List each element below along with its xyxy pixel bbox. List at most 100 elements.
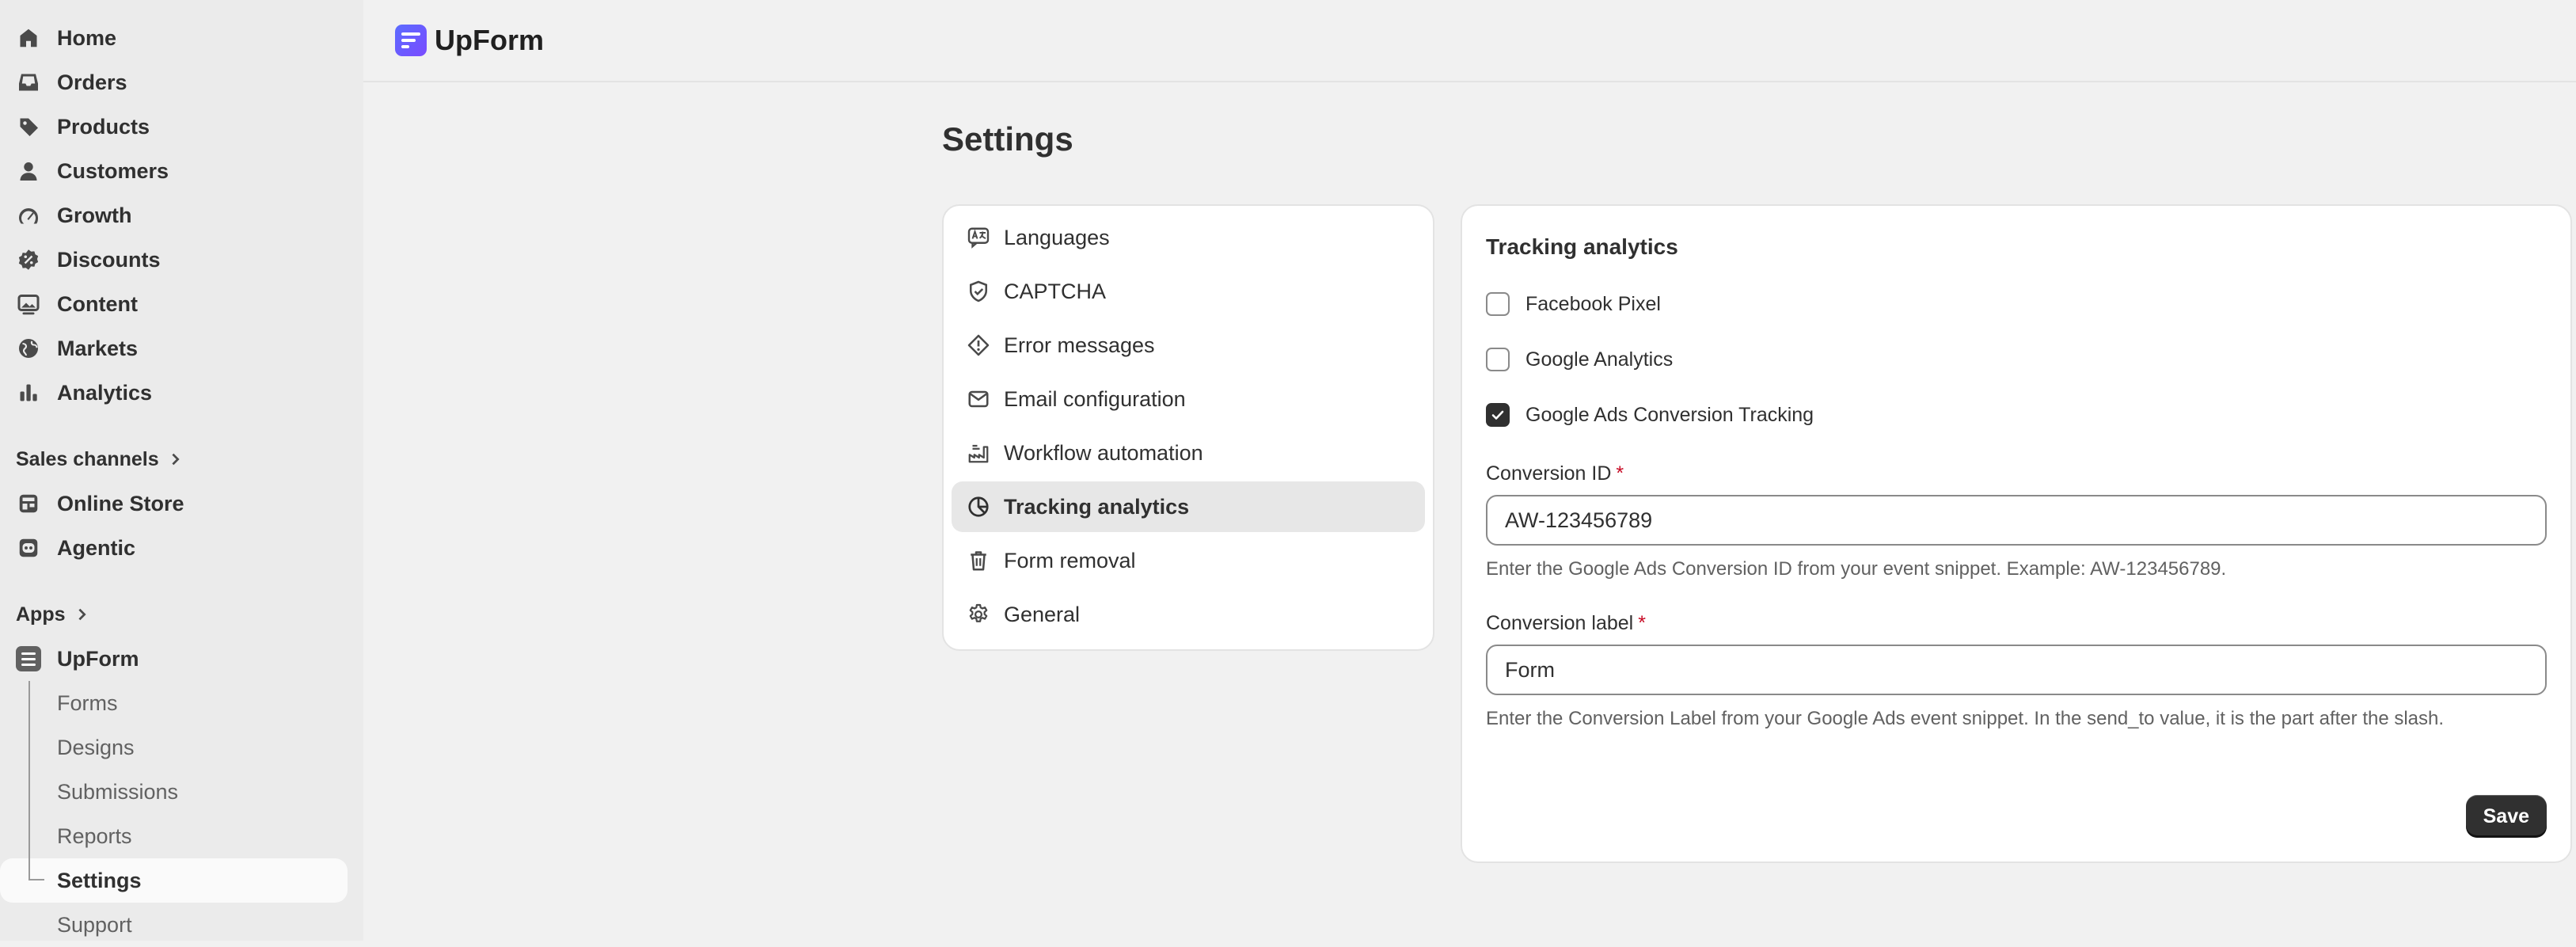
sidebar-item-growth[interactable]: Growth xyxy=(0,193,348,238)
image-icon xyxy=(16,291,41,317)
settings-menu-item-languages[interactable]: Languages xyxy=(952,212,1425,263)
sidebar-item-label: Orders xyxy=(57,70,127,94)
settings-menu-label: CAPTCHA xyxy=(1004,279,1107,303)
sidebar-item-home[interactable]: Home xyxy=(0,16,348,60)
google-ads-checkbox[interactable] xyxy=(1486,403,1510,427)
sidebar-item-discounts[interactable]: Discounts xyxy=(0,238,348,282)
google-analytics-option[interactable]: Google Analytics xyxy=(1486,328,2547,391)
google-analytics-checkbox[interactable] xyxy=(1486,348,1510,371)
app-shell: Home Orders Products Customers Growth Di… xyxy=(0,0,2576,941)
upform-sub-navigation: Forms Designs Submissions Reports Settin… xyxy=(0,681,363,947)
settings-menu-label: Error messages xyxy=(1004,333,1155,357)
tree-branch xyxy=(28,879,44,880)
sidebar-subitem-reports[interactable]: Reports xyxy=(0,814,348,858)
google-analytics-label: Google Analytics xyxy=(1525,348,1674,371)
conversion-id-help: Enter the Google Ads Conversion ID from … xyxy=(1486,558,2227,580)
analytics-icon xyxy=(966,494,991,519)
settings-menu-label: General xyxy=(1004,602,1081,626)
settings-menu-item-captcha[interactable]: CAPTCHA xyxy=(952,266,1425,317)
settings-menu-item-email-configuration[interactable]: Email configuration xyxy=(952,374,1425,424)
sidebar: Home Orders Products Customers Growth Di… xyxy=(0,0,363,941)
sidebar-item-label: Markets xyxy=(57,336,139,360)
sidebar-item-label: Customers xyxy=(57,158,169,183)
workflow-icon xyxy=(966,440,991,466)
sidebar-subitem-submissions[interactable]: Submissions xyxy=(0,770,348,814)
facebook-pixel-label: Facebook Pixel xyxy=(1525,292,1661,315)
facebook-pixel-checkbox[interactable] xyxy=(1486,292,1510,316)
sidebar-item-analytics[interactable]: Analytics xyxy=(0,371,348,415)
chevron-right-icon xyxy=(78,608,86,621)
gear-icon xyxy=(966,602,991,627)
settings-menu-item-form-removal[interactable]: Form removal xyxy=(952,535,1425,586)
upform-app-icon xyxy=(16,646,41,671)
bar-chart-icon xyxy=(16,380,41,405)
sidebar-item-label: Discounts xyxy=(57,247,161,272)
settings-menu-item-tracking-analytics[interactable]: Tracking analytics xyxy=(952,481,1425,532)
discount-icon xyxy=(16,247,41,272)
app-header: UpForm xyxy=(363,0,2576,82)
conversion-label-help: Enter the Conversion Label from your Goo… xyxy=(1486,708,2445,729)
tree-line xyxy=(28,681,30,880)
google-ads-option[interactable]: Google Ads Conversion Tracking xyxy=(1486,383,2547,447)
store-icon xyxy=(16,491,41,516)
home-icon xyxy=(16,25,41,51)
required-mark: * xyxy=(1616,462,1624,485)
settings-menu-label: Form removal xyxy=(1004,548,1136,572)
sidebar-item-upform[interactable]: UpForm xyxy=(0,637,348,681)
upform-logo-icon xyxy=(395,25,427,56)
translate-icon xyxy=(966,225,991,250)
sidebar-item-label: Online Store xyxy=(57,491,184,515)
robot-icon xyxy=(16,535,41,561)
person-icon xyxy=(16,158,41,184)
alert-diamond-icon xyxy=(966,333,991,358)
settings-menu-item-general[interactable]: General xyxy=(952,589,1425,640)
settings-menu: Languages CAPTCHA Error messages Email c… xyxy=(942,204,1434,651)
conversion-label-label: Conversion label * xyxy=(1486,612,2547,635)
google-ads-label: Google Ads Conversion Tracking xyxy=(1525,403,1814,426)
sidebar-subitem-designs[interactable]: Designs xyxy=(0,725,348,770)
sidebar-item-customers[interactable]: Customers xyxy=(0,149,348,193)
conversion-id-input[interactable] xyxy=(1486,495,2547,546)
apps-heading[interactable]: Apps xyxy=(0,592,363,637)
facebook-pixel-option[interactable]: Facebook Pixel xyxy=(1486,272,2547,336)
globe-icon xyxy=(16,336,41,361)
sidebar-item-label: Products xyxy=(57,114,150,139)
email-icon xyxy=(966,386,991,412)
main-content: UpForm Settings Languages CAPTCHA Error … xyxy=(363,0,2576,941)
sidebar-item-label: Agentic xyxy=(57,535,136,560)
sidebar-item-agentic[interactable]: Agentic xyxy=(0,526,348,570)
sales-channels-heading[interactable]: Sales channels xyxy=(0,437,363,481)
save-button[interactable]: Save xyxy=(2465,795,2547,838)
sidebar-item-content[interactable]: Content xyxy=(0,282,348,326)
settings-menu-item-error-messages[interactable]: Error messages xyxy=(952,320,1425,371)
sidebar-item-label: UpForm xyxy=(57,646,139,671)
conversion-id-label: Conversion ID * xyxy=(1486,462,2547,485)
checkmark-icon xyxy=(1491,410,1504,420)
tracking-analytics-card: Tracking analytics Facebook Pixel Google… xyxy=(1461,204,2572,863)
sidebar-subitem-settings[interactable]: Settings xyxy=(0,858,348,903)
tag-icon xyxy=(16,114,41,139)
sidebar-item-label: Analytics xyxy=(57,380,153,405)
settings-menu-label: Languages xyxy=(1004,225,1110,249)
shield-check-icon xyxy=(966,279,991,304)
settings-menu-label: Email configuration xyxy=(1004,386,1186,411)
card-title: Tracking analytics xyxy=(1486,234,1678,259)
settings-menu-label: Tracking analytics xyxy=(1004,494,1190,519)
sidebar-item-orders[interactable]: Orders xyxy=(0,60,348,105)
settings-menu-label: Workflow automation xyxy=(1004,440,1203,465)
sidebar-item-label: Content xyxy=(57,291,138,316)
sidebar-subitem-forms[interactable]: Forms xyxy=(0,681,348,725)
gauge-icon xyxy=(16,203,41,228)
settings-menu-item-workflow-automation[interactable]: Workflow automation xyxy=(952,428,1425,478)
conversion-label-input[interactable] xyxy=(1486,645,2547,695)
page-title: Settings xyxy=(942,120,1073,158)
sidebar-item-markets[interactable]: Markets xyxy=(0,326,348,371)
brand-name: UpForm xyxy=(435,24,544,56)
sidebar-item-products[interactable]: Products xyxy=(0,105,348,149)
required-mark: * xyxy=(1638,612,1646,634)
chevron-right-icon xyxy=(172,453,180,466)
sidebar-item-online-store[interactable]: Online Store xyxy=(0,481,348,526)
conversion-id-label-text: Conversion ID xyxy=(1486,462,1612,485)
apps-label: Apps xyxy=(16,603,66,626)
conversion-label-label-text: Conversion label xyxy=(1486,612,1634,634)
